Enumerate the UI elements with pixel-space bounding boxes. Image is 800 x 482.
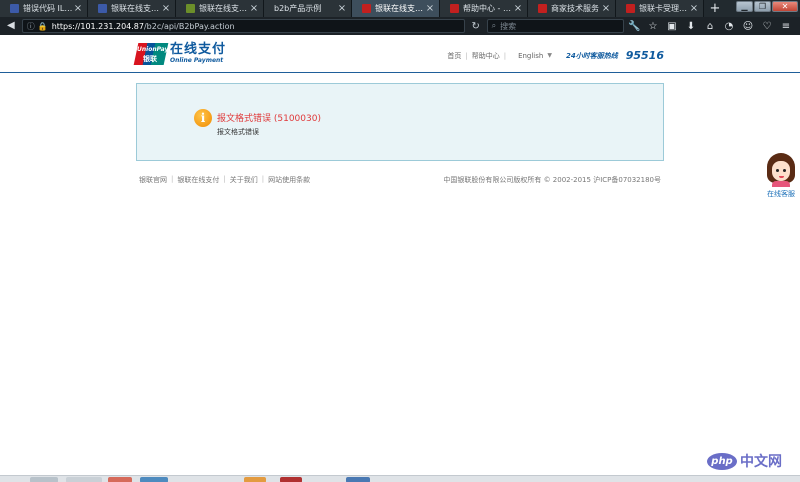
clipboard-icon[interactable]: ▣ <box>666 21 678 32</box>
tab-0[interactable]: 错误代码 ILLEG...× <box>0 0 88 17</box>
close-icon[interactable]: × <box>161 3 171 14</box>
url-path: /b2c/api/B2bPay.action <box>143 21 235 31</box>
close-icon[interactable]: × <box>689 3 699 14</box>
tab-7[interactable]: 银联卡受理终端...× <box>616 0 704 17</box>
tab-title: 商家技术服务 <box>551 4 599 13</box>
language-select[interactable]: English <box>518 52 543 60</box>
hotline-number: 95516 <box>625 49 664 62</box>
tab-favicon <box>10 4 19 13</box>
info-icon[interactable]: ⓘ <box>27 21 35 32</box>
taskbar-item[interactable] <box>30 477 58 482</box>
logo-title: 在线支付 <box>170 42 227 57</box>
close-icon[interactable]: × <box>513 3 523 14</box>
os-taskbar <box>0 475 800 482</box>
online-service-label: 在线客服 <box>767 190 795 198</box>
header-divider <box>0 72 800 73</box>
tab-favicon <box>626 4 635 13</box>
window-controls: ▁ ❐ ✕ <box>736 0 800 17</box>
taskbar-item[interactable] <box>140 477 168 482</box>
footer-link[interactable]: 关于我们 <box>230 175 258 185</box>
chat-icon[interactable]: ☺ <box>742 21 754 32</box>
chevron-down-icon[interactable]: ▼ <box>547 52 552 59</box>
tab-6[interactable]: 商家技术服务 × <box>528 0 616 17</box>
taskbar-item[interactable] <box>280 477 302 482</box>
taskbar-item[interactable] <box>244 477 266 482</box>
tab-favicon <box>186 4 195 13</box>
nav-help-link[interactable]: 帮助中心 <box>472 51 500 61</box>
wrench-icon[interactable]: 🔧 <box>628 21 640 32</box>
service-avatar-icon <box>766 153 796 187</box>
restore-button[interactable]: ❐ <box>754 1 771 12</box>
home-icon[interactable]: ⌂ <box>704 21 716 32</box>
bookmark-star-icon[interactable]: ☆ <box>647 21 659 32</box>
copyright-text: 中国银联股份有限公司版权所有 © 2002-2015 沪ICP备07032180… <box>443 176 661 184</box>
pocket-icon[interactable]: ♡ <box>761 21 773 32</box>
logo-badge-cn: 银联 <box>143 55 157 63</box>
url-bar[interactable]: ⓘ 🔒 https://101.231.204.87/b2c/api/B2bPa… <box>21 19 465 33</box>
taskbar-item[interactable] <box>66 477 102 482</box>
download-icon[interactable]: ⬇ <box>685 21 697 32</box>
site-header: UnionPay 银联 在线支付 Online Payment 首页 | 帮助中… <box>133 41 664 69</box>
reload-icon[interactable]: ↻ <box>469 21 483 32</box>
unionpay-mark: UnionPay 银联 <box>133 43 169 65</box>
info-warning-icon: i <box>194 109 212 127</box>
online-service-widget[interactable]: 在线客服 <box>764 153 798 199</box>
close-icon[interactable]: × <box>425 3 435 14</box>
url-host: https://101.231.204.87 <box>51 21 144 31</box>
tab-title: b2b产品示例 <box>274 4 322 13</box>
menu-icon[interactable]: ≡ <box>780 21 792 32</box>
close-icon[interactable]: × <box>337 3 347 14</box>
dashboard-icon[interactable]: ◔ <box>723 21 735 32</box>
error-description: 报文格式错误 <box>217 128 259 136</box>
nav-bar: ◀ ⓘ 🔒 https://101.231.204.87/b2c/api/B2b… <box>0 17 800 35</box>
tab-2[interactable]: 银联在线支付商...× <box>176 0 264 17</box>
hotline-label: 24小时客服热线 <box>565 51 618 60</box>
minimize-button[interactable]: ▁ <box>736 1 753 12</box>
close-icon[interactable]: × <box>73 3 83 14</box>
tab-favicon <box>450 4 459 13</box>
footer-links: 银联官网 | 银联在线支付 | 关于我们 | 网站使用条款 <box>139 175 311 185</box>
tab-title: 银联卡受理终端... <box>639 4 689 13</box>
footer-link[interactable]: 银联官网 <box>139 175 167 185</box>
php-watermark: php 中文网 <box>707 451 782 471</box>
taskbar-item[interactable] <box>346 477 370 482</box>
error-title: 报文格式错误 (5100030) <box>217 114 321 124</box>
toolbar-icons: 🔧 ☆ ▣ ⬇ ⌂ ◔ ☺ ♡ ≡ <box>628 21 796 32</box>
footer-link[interactable]: 银联在线支付 <box>177 175 219 185</box>
tab-3[interactable]: b2b产品示例 × <box>264 0 352 17</box>
lock-warning-icon[interactable]: 🔒 <box>38 22 48 31</box>
tab-5[interactable]: 帮助中心 - 银联...× <box>440 0 528 17</box>
search-input[interactable]: ⌕ 搜索 <box>486 19 624 33</box>
tab-title: 银联在线支付接... <box>111 4 161 13</box>
logo-badge-en: UnionPay <box>137 46 169 53</box>
error-panel: i 报文格式错误 (5100030) 报文格式错误 <box>136 83 664 161</box>
search-placeholder: 搜索 <box>500 21 517 31</box>
tab-bar: 错误代码 ILLEG...× 银联在线支付接...× 银联在线支付商...× b… <box>0 0 800 17</box>
search-icon: ⌕ <box>491 21 497 30</box>
footer-link[interactable]: 网站使用条款 <box>268 175 310 185</box>
close-icon[interactable]: × <box>601 3 611 14</box>
tab-title: 银联在线支付商... <box>199 4 249 13</box>
new-tab-button[interactable]: + <box>704 0 726 17</box>
logo-subtitle: Online Payment <box>170 57 224 64</box>
watermark-logo: php <box>707 452 737 470</box>
window-close-button[interactable]: ✕ <box>772 1 798 12</box>
nav-home-link[interactable]: 首页 <box>447 51 461 61</box>
tab-title: 帮助中心 - 银联... <box>463 4 513 13</box>
tab-favicon <box>362 4 371 13</box>
tab-favicon <box>98 4 107 13</box>
watermark-text: 中文网 <box>740 454 782 470</box>
header-nav: 首页 | 帮助中心 | English ▼ 24小时客服热线 95516 <box>447 49 664 62</box>
tab-title: 错误代码 ILLEG... <box>23 4 73 13</box>
tab-1[interactable]: 银联在线支付接...× <box>88 0 176 17</box>
page: UnionPay 银联 在线支付 Online Payment 首页 | 帮助中… <box>0 35 800 475</box>
tab-favicon <box>538 4 547 13</box>
close-icon[interactable]: × <box>249 3 259 14</box>
back-arrow-icon[interactable]: ◀ <box>4 19 18 33</box>
unionpay-logo[interactable]: UnionPay 银联 在线支付 Online Payment <box>133 42 227 65</box>
tab-4-active[interactable]: 银联在线支付—...× <box>352 0 440 17</box>
taskbar-item[interactable] <box>108 477 132 482</box>
tab-title: 银联在线支付—... <box>375 4 425 13</box>
